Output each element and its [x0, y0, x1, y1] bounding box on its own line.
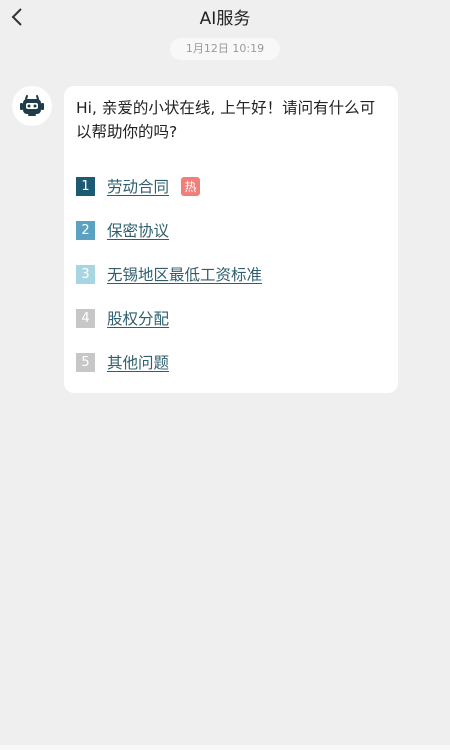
message-timestamp: 1月12日 10:19	[169, 38, 281, 60]
page-title: AI服务	[199, 9, 251, 29]
robot-icon	[20, 95, 44, 116]
menu-item-label[interactable]: 劳动合同	[107, 175, 169, 197]
bottom-input-edge	[0, 745, 450, 750]
bot-message-bubble: Hi, 亲爱的小状在线, 上午好！请问有什么可以帮助你的吗? 1 劳动合同 热 …	[64, 86, 398, 393]
menu-item-labor-contract[interactable]: 1 劳动合同 热	[76, 164, 386, 208]
bot-avatar	[12, 86, 52, 126]
menu-item-label[interactable]: 无锡地区最低工资标准	[107, 263, 262, 285]
timestamp-row: 1月12日 10:19	[0, 38, 450, 60]
menu-item-equity[interactable]: 4 股权分配	[76, 296, 386, 340]
greeting-text: Hi, 亲爱的小状在线, 上午好！请问有什么可以帮助你的吗?	[76, 99, 376, 141]
hot-badge: 热	[181, 176, 201, 196]
menu-item-confidentiality[interactable]: 2 保密协议	[76, 208, 386, 252]
menu-number-badge: 3	[76, 264, 95, 284]
menu-item-min-wage[interactable]: 3 无锡地区最低工资标准	[76, 252, 386, 296]
quick-question-list: 1 劳动合同 热 2 保密协议 3 无锡地区最低工资标准 4 股权分配 5 其他…	[76, 164, 386, 384]
menu-item-label[interactable]: 其他问题	[107, 351, 169, 373]
menu-item-label[interactable]: 股权分配	[107, 307, 169, 329]
header-bar: AI服务	[0, 0, 450, 34]
menu-item-other[interactable]: 5 其他问题	[76, 340, 386, 384]
menu-number-badge: 4	[76, 308, 95, 328]
menu-item-label[interactable]: 保密协议	[107, 219, 169, 241]
menu-number-badge: 2	[76, 220, 95, 240]
menu-number-badge: 1	[76, 176, 95, 196]
menu-number-badge: 5	[76, 352, 95, 372]
